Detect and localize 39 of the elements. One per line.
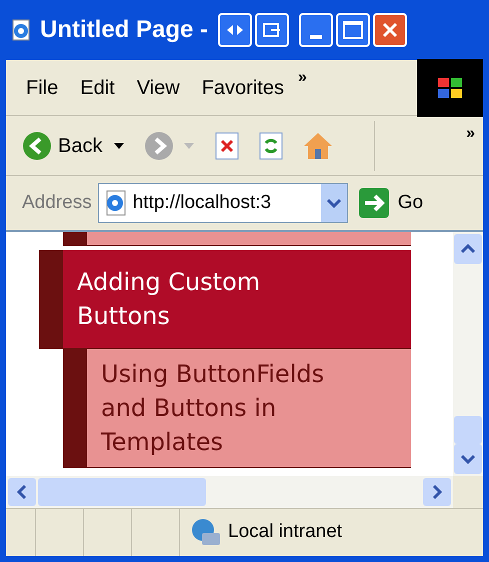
- resize-button[interactable]: [218, 13, 252, 47]
- scroll-thumb[interactable]: [454, 416, 482, 444]
- chevron-down-icon: [326, 198, 341, 208]
- caret-icon[interactable]: [114, 142, 124, 148]
- stop-icon[interactable]: [214, 130, 240, 160]
- scroll-thumb[interactable]: [38, 478, 206, 506]
- resize-icon: [225, 22, 246, 38]
- horizontal-scrollbar[interactable]: [6, 476, 453, 508]
- address-label: Address: [22, 190, 92, 215]
- chevron-right-icon[interactable]: [432, 485, 442, 499]
- vertical-scrollbar[interactable]: [453, 232, 483, 476]
- maximize-icon: [343, 21, 364, 39]
- window-title: Untitled Page -: [40, 15, 208, 45]
- refresh-icon[interactable]: [258, 130, 284, 160]
- chevron-up-icon[interactable]: [461, 244, 475, 254]
- toolbar-overflow[interactable]: »: [466, 122, 475, 146]
- back-button[interactable]: Back: [22, 130, 102, 160]
- home-icon[interactable]: [302, 130, 334, 160]
- security-zone: Local intranet: [228, 520, 342, 544]
- menu-overflow[interactable]: »: [298, 66, 307, 90]
- window-icon: [262, 22, 282, 38]
- maximize-button[interactable]: [336, 13, 370, 47]
- menu-item[interactable]: Favorites: [202, 72, 284, 102]
- address-field[interactable]: http://localhost:3: [98, 183, 348, 223]
- menu-item[interactable]: View: [136, 72, 180, 102]
- dropdown-button[interactable]: [320, 184, 347, 222]
- go-button[interactable]: Go: [358, 187, 424, 219]
- minimize-button[interactable]: [299, 13, 334, 47]
- windows-logo-icon: [417, 58, 483, 116]
- menu-item[interactable]: Using ButtonFields and Buttons in Templates: [63, 349, 411, 468]
- minimize-icon: [310, 35, 322, 39]
- restore-button[interactable]: [255, 13, 290, 47]
- menu-item[interactable]: Adding Custom Buttons: [39, 250, 411, 349]
- chevron-left-icon[interactable]: [17, 485, 27, 499]
- menu-item[interactable]: Edit: [80, 72, 115, 102]
- menu-item[interactable]: File: [26, 72, 58, 102]
- chevron-down-icon[interactable]: [461, 454, 475, 464]
- close-icon: [381, 21, 400, 39]
- close-button[interactable]: [373, 13, 408, 47]
